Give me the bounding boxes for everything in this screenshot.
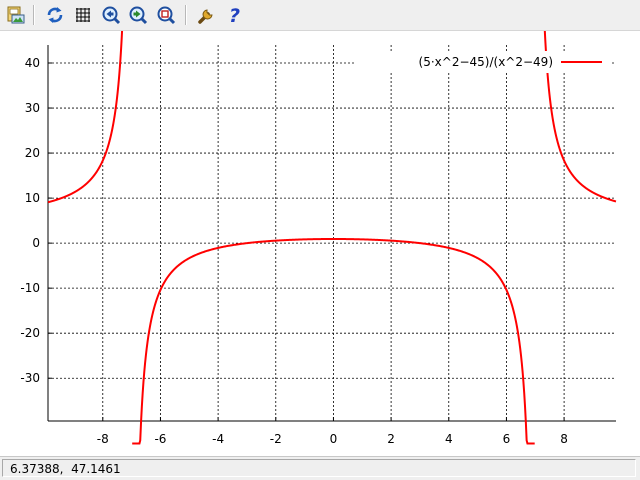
plot-area[interactable]: -8 -6 -4 -2 0 2 4 6 8 -30 -20 -10 0 10 20 30 40 (5·x^2−4… [0,21,640,456]
help-icon[interactable]: ? [224,4,246,27]
x-tick-label: -8 [97,432,109,446]
plot-window: ? -8 -6 -4 -2 0 2 4 6 8 -30 -20 -10 0 10 20 30 40 (5·x^2… [0,0,640,480]
status-bar: 6.37388, 47.1461 [0,456,640,480]
chart-canvas[interactable]: -8 -6 -4 -2 0 2 4 6 8-30-20-10010203040 (5·x^2−4… [0,21,640,456]
status-field: 6.37388, 47.1461 [2,459,636,477]
y-tick-label: 0 [32,236,40,250]
x-tick-label: -4 [212,432,224,446]
y-tick-label: -20 [20,326,40,340]
toolbar: ? [0,0,640,31]
curve-layer [47,21,617,445]
cursor-coordinates: 6.37388, 47.1461 [10,462,121,476]
toolbar-separator [33,5,35,25]
x-tick-label: 4 [445,432,453,446]
settings-icon[interactable] [196,4,218,26]
replot-icon[interactable] [44,4,66,26]
x-tick-label: -6 [154,432,166,446]
y-tick-label: 40 [25,56,40,70]
y-tick-label: -30 [20,371,40,385]
y-tick-label: 30 [25,101,40,115]
x-tick-label: 6 [503,432,511,446]
y-tick-label: -10 [20,281,40,295]
toolbar-separator [185,5,187,25]
x-tick-label: -2 [270,432,282,446]
legend-label: (5·x^2−45)/(x^2−49) [419,55,553,69]
legend: (5·x^2−45)/(x^2−49) [355,51,612,73]
series-line [47,21,132,204]
y-tick-label: 10 [25,191,40,205]
grid-lines [48,45,616,421]
grid-icon[interactable] [72,4,94,26]
autoscale-icon[interactable] [155,4,177,26]
x-tick-label: 0 [330,432,338,446]
svg-text:?: ? [229,5,240,26]
y-tick-label: 20 [25,146,40,160]
x-tick-label: 8 [560,432,568,446]
plot-border [47,45,616,422]
previous-zoom-icon[interactable] [100,4,122,26]
x-tick-label: 2 [387,432,395,446]
next-zoom-icon[interactable] [127,4,149,26]
export-image-icon[interactable] [4,4,26,26]
